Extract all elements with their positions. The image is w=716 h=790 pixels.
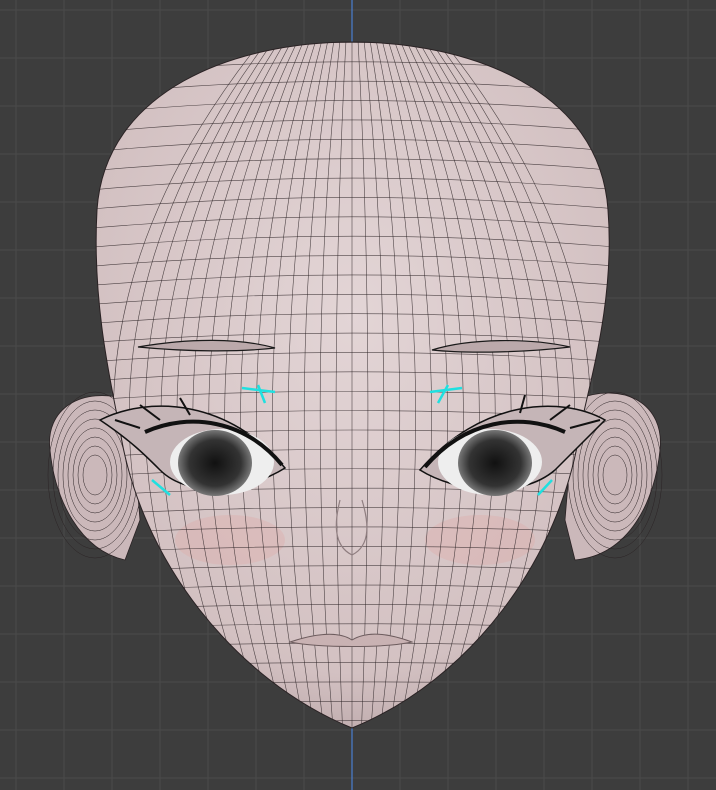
iris-left bbox=[178, 430, 252, 496]
wire-loop bbox=[60, 740, 650, 744]
iris-right bbox=[458, 430, 532, 496]
3d-viewport[interactable] bbox=[0, 0, 716, 790]
viewport-canvas[interactable] bbox=[0, 0, 716, 790]
